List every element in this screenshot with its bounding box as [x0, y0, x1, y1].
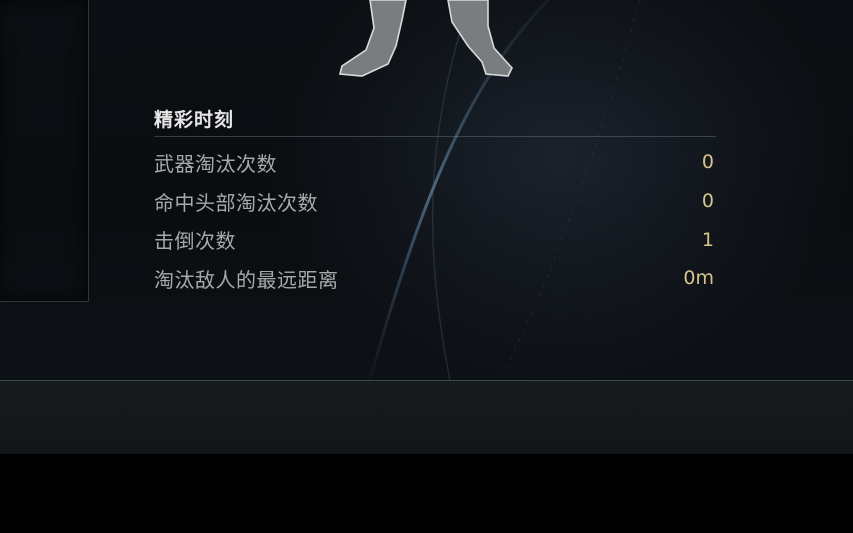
stat-row-longest-elimination: 淘汰敌人的最远距离 0m: [154, 259, 716, 298]
stat-label: 淘汰敌人的最远距离: [154, 267, 339, 292]
highlights-title: 精彩时刻: [154, 109, 235, 131]
section-divider: [154, 136, 716, 137]
stat-label: 击倒次数: [154, 229, 236, 254]
stat-value: 0m: [683, 267, 714, 290]
highlights-panel: 精彩时刻 武器淘汰次数 0 命中头部淘汰次数 0 击倒次数 1 淘汰敌人的最远距…: [154, 106, 716, 298]
stat-row-headshot-eliminations: 命中头部淘汰次数 0: [154, 182, 716, 221]
stat-value: 0: [701, 190, 714, 213]
bottom-bar: [0, 380, 853, 455]
stat-label: 武器淘汰次数: [154, 151, 277, 176]
stat-row-knockdowns: 击倒次数 1: [154, 220, 716, 259]
stat-value: 0: [701, 151, 714, 174]
stat-value: 1: [701, 228, 714, 251]
character-silhouette: [338, 0, 513, 77]
stat-row-weapon-eliminations: 武器淘汰次数 0: [154, 143, 716, 182]
results-panel-background: 精彩时刻 武器淘汰次数 0 命中头部淘汰次数 0 击倒次数 1 淘汰敌人的最远距…: [0, 0, 853, 380]
left-panel-frame: [0, 0, 89, 302]
match-results-screen: 精彩时刻 武器淘汰次数 0 命中头部淘汰次数 0 击倒次数 1 淘汰敌人的最远距…: [0, 0, 853, 533]
letterbox-bottom: [0, 454, 853, 533]
stat-label: 命中头部淘汰次数: [154, 190, 318, 215]
